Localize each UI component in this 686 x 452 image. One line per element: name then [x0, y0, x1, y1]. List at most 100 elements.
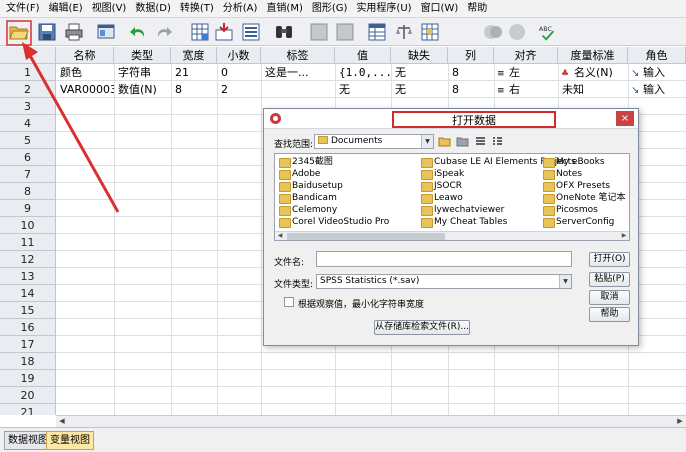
cell-label[interactable]: [262, 81, 335, 98]
row-number[interactable]: 11: [0, 234, 56, 251]
row-number[interactable]: 15: [0, 302, 56, 319]
value-labels-icon[interactable]: [482, 21, 503, 42]
cell-columns[interactable]: 8: [449, 64, 494, 81]
folder-item[interactable]: Corel VideoStudio Pro: [279, 216, 389, 228]
cell-missing[interactable]: 无: [392, 64, 448, 81]
open-button[interactable]: 打开(O): [589, 252, 630, 267]
folder-item[interactable]: iSpeak: [421, 168, 464, 180]
print-icon[interactable]: [63, 21, 84, 42]
goto-variable-icon[interactable]: [213, 21, 234, 42]
folder-item[interactable]: ServerConfig: [543, 216, 614, 228]
minimize-width-checkbox[interactable]: [284, 297, 294, 307]
variables-icon[interactable]: [240, 21, 261, 42]
col-header-name[interactable]: 名称: [56, 47, 114, 64]
scroll-left-icon[interactable]: ◀: [56, 416, 68, 427]
menu-edit[interactable]: 编辑(E): [47, 0, 90, 18]
col-header-align[interactable]: 对齐: [494, 47, 558, 64]
cell-decimals[interactable]: 0: [218, 64, 261, 81]
undo-icon[interactable]: [128, 21, 149, 42]
horizontal-scrollbar[interactable]: ◀ ▶: [56, 415, 686, 427]
tab-data-view[interactable]: 数据视图: [4, 431, 52, 450]
row-number[interactable]: 13: [0, 268, 56, 285]
cell-label[interactable]: 这是一...: [262, 64, 335, 81]
cell-role[interactable]: ↘ 输入: [629, 64, 686, 81]
folder-item[interactable]: JSOCR: [421, 180, 462, 192]
close-icon[interactable]: ×: [616, 111, 634, 126]
cell-missing[interactable]: 无: [392, 81, 448, 98]
folder-item[interactable]: lywechatviewer: [421, 204, 504, 216]
row-number[interactable]: 19: [0, 370, 56, 387]
row-number[interactable]: 7: [0, 166, 56, 183]
cell-decimals[interactable]: 2: [218, 81, 261, 98]
save-icon[interactable]: [36, 21, 57, 42]
scroll-right-icon[interactable]: ▶: [674, 416, 686, 427]
cell-name[interactable]: 颜色: [57, 64, 114, 81]
row-number[interactable]: 1: [0, 64, 56, 81]
folder-item[interactable]: OneNote 笔记本: [543, 192, 626, 204]
select-cases-icon[interactable]: [419, 21, 440, 42]
row-number[interactable]: 4: [0, 115, 56, 132]
folder-item[interactable]: OFX Presets: [543, 180, 610, 192]
cell-type[interactable]: 字符串: [115, 64, 171, 81]
col-header-values[interactable]: 值: [335, 47, 391, 64]
retrieve-repository-button[interactable]: 从存储库检索文件(R)...: [374, 320, 470, 335]
cell-width[interactable]: 21: [172, 64, 217, 81]
cell-align[interactable]: ≡ 左: [495, 64, 558, 81]
row-number[interactable]: 20: [0, 387, 56, 404]
filetype-select[interactable]: SPSS Statistics (*.sav) ▼: [316, 274, 572, 289]
menu-analyze[interactable]: 分析(A): [221, 0, 265, 18]
row-number[interactable]: 9: [0, 200, 56, 217]
row-number[interactable]: 2: [0, 81, 56, 98]
scroll-thumb[interactable]: [287, 233, 445, 240]
row-number[interactable]: 6: [0, 149, 56, 166]
corner-cell[interactable]: [0, 47, 56, 64]
row-number[interactable]: 5: [0, 132, 56, 149]
folder-item[interactable]: Picosmos: [543, 204, 598, 216]
cell-width[interactable]: 8: [172, 81, 217, 98]
col-header-measure[interactable]: 度量标准: [558, 47, 628, 64]
cancel-button[interactable]: 取消: [589, 290, 630, 305]
open-folder-icon[interactable]: [8, 21, 29, 42]
cell-values[interactable]: 无: [336, 81, 391, 98]
paste-button[interactable]: 粘贴(P): [589, 272, 630, 287]
dialog-titlebar[interactable]: 打开数据 ×: [264, 109, 638, 129]
row-number[interactable]: 12: [0, 251, 56, 268]
folder-item[interactable]: Baidusetup: [279, 180, 343, 192]
folder-item[interactable]: Leawo: [421, 192, 463, 204]
col-header-columns[interactable]: 列: [448, 47, 494, 64]
cell-align[interactable]: ≡ 右: [495, 81, 558, 98]
row-number[interactable]: 21: [0, 404, 56, 415]
dialog-recall-icon[interactable]: [95, 21, 116, 42]
scroll-left-icon[interactable]: ◀: [275, 232, 285, 240]
menu-file[interactable]: 文件(F): [4, 0, 47, 18]
folder-item[interactable]: Adobe: [279, 168, 320, 180]
look-in-select[interactable]: Documents ▼: [314, 134, 434, 149]
split-file-icon[interactable]: [366, 21, 387, 42]
file-list-scrollbar[interactable]: ◀ ▶: [275, 231, 629, 240]
insert-cases-icon[interactable]: [308, 21, 329, 42]
row-number[interactable]: 8: [0, 183, 56, 200]
goto-case-icon[interactable]: [189, 21, 210, 42]
list-view-icon[interactable]: [474, 135, 487, 148]
help-button[interactable]: 帮助: [589, 307, 630, 322]
cell-columns[interactable]: 8: [449, 81, 494, 98]
col-header-type[interactable]: 类型: [114, 47, 171, 64]
cell-values[interactable]: {1.0,...: [336, 64, 391, 81]
menu-window[interactable]: 窗口(W): [419, 0, 466, 18]
folder-item[interactable]: Celemony: [279, 204, 337, 216]
menu-view[interactable]: 视图(V): [90, 0, 134, 18]
col-header-missing[interactable]: 缺失: [391, 47, 448, 64]
col-header-width[interactable]: 宽度: [171, 47, 217, 64]
row-number[interactable]: 3: [0, 98, 56, 115]
col-header-label[interactable]: 标签: [261, 47, 335, 64]
row-number[interactable]: 10: [0, 217, 56, 234]
spellcheck-icon[interactable]: ABC: [537, 21, 558, 42]
col-header-decimals[interactable]: 小数: [217, 47, 261, 64]
menu-help[interactable]: 帮助: [465, 0, 494, 18]
weight-cases-icon[interactable]: [393, 21, 414, 42]
cell-name[interactable]: VAR00003: [57, 81, 114, 98]
redo-icon[interactable]: [152, 21, 173, 42]
filename-input[interactable]: [316, 251, 572, 267]
up-folder-icon[interactable]: [438, 135, 451, 148]
folder-item[interactable]: My eBooks: [543, 156, 605, 168]
